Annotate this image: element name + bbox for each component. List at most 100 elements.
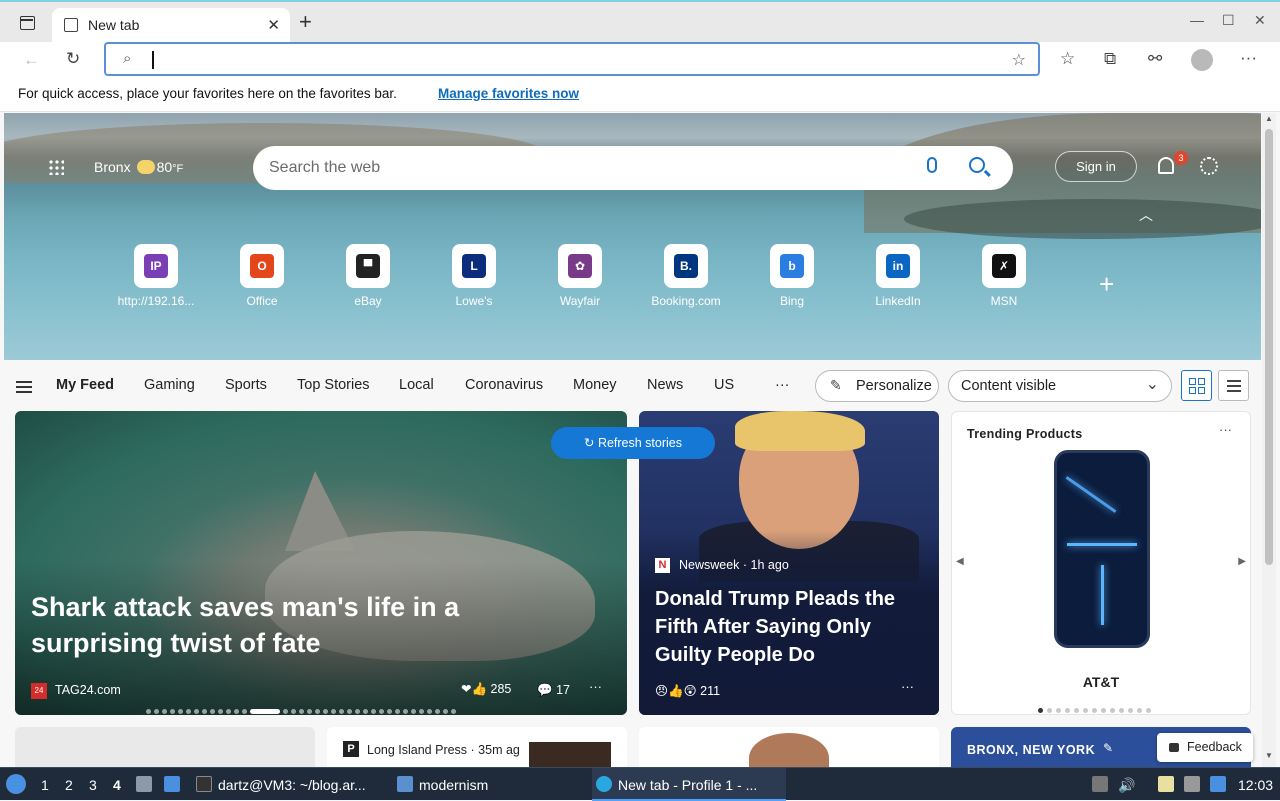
feed-tab-coronavirus[interactable]: Coronavirus — [465, 377, 543, 393]
carousel-dot[interactable] — [1092, 708, 1097, 713]
page-scrollbar[interactable]: ▲ ▼ — [1262, 113, 1276, 767]
carousel-next-arrow-icon[interactable]: ▶ — [1238, 556, 1246, 567]
feed-tab-my-feed[interactable]: My Feed — [56, 377, 114, 393]
quick-link-msn[interactable]: ✗ MSN — [956, 244, 1052, 308]
page-settings-gear-icon[interactable] — [1200, 157, 1218, 175]
collapse-chevron-up-icon[interactable]: ︿ — [1139, 205, 1153, 225]
feed-tab-sports[interactable]: Sports — [225, 377, 267, 393]
news-card-row2-3[interactable] — [639, 727, 939, 767]
scroll-down-arrow-icon[interactable]: ▼ — [1265, 751, 1273, 760]
tab-actions-menu-icon[interactable] — [20, 16, 35, 30]
web-search-box[interactable]: Search the web — [253, 146, 1013, 190]
card-more-options-button[interactable]: ··· — [1219, 422, 1232, 437]
start-menu-icon[interactable] — [6, 774, 26, 794]
quick-link-office[interactable]: O Office — [214, 244, 310, 308]
notification-tray-icon[interactable] — [1210, 776, 1226, 792]
feed-more-tabs-button[interactable]: ··· — [775, 377, 790, 393]
refresh-stories-button[interactable]: ↻ Refresh stories — [551, 427, 715, 459]
tray-app-icon[interactable] — [1092, 776, 1108, 792]
grid-layout-button[interactable] — [1181, 370, 1212, 401]
workspace-4[interactable]: 4 — [113, 777, 121, 793]
card-headline[interactable]: Shark attack saves man's life in a surpr… — [31, 589, 551, 661]
task-folder[interactable]: modernism — [419, 777, 488, 793]
feed-tab-news[interactable]: News — [647, 377, 683, 393]
quick-link-booking-com[interactable]: B. Booking.com — [638, 244, 734, 308]
favorites-icon[interactable]: ☆ — [1060, 49, 1075, 69]
carousel-dot[interactable] — [1083, 708, 1088, 713]
carousel-dot[interactable] — [1056, 708, 1061, 713]
notifications-bell-icon[interactable] — [1158, 157, 1174, 174]
card-headline[interactable]: Donald Trump Pleads the Fifth After Sayi… — [655, 585, 925, 669]
add-favorite-star-icon[interactable]: ☆ — [1012, 50, 1026, 70]
clipboard-icon[interactable] — [1158, 776, 1174, 792]
maximize-button[interactable]: ☐ — [1222, 12, 1235, 29]
task-browser-active[interactable]: New tab - Profile 1 - ... — [592, 768, 786, 801]
carousel-dot[interactable] — [1128, 708, 1133, 713]
add-quick-link-button[interactable]: + — [1099, 269, 1114, 300]
card-source[interactable]: Newsweek · 1h ago — [679, 558, 789, 572]
news-card-row2-2[interactable]: P Long Island Press · 35m ag — [327, 727, 627, 767]
address-bar[interactable]: ⌕ ☆ — [104, 42, 1040, 76]
carousel-dot[interactable] — [1047, 708, 1052, 713]
feed-tab-money[interactable]: Money — [573, 377, 617, 393]
extensions-icon[interactable]: ⚯ — [1148, 49, 1162, 69]
back-arrow-icon[interactable]: ← — [23, 50, 40, 70]
carousel-pagination[interactable] — [146, 703, 459, 715]
close-window-button[interactable]: ✕ — [1254, 12, 1266, 29]
volume-icon[interactable]: 🔊 — [1118, 777, 1135, 794]
carousel-dot[interactable] — [1065, 708, 1070, 713]
quick-link-ebay[interactable]: ▀ eBay — [320, 244, 416, 308]
scrollbar-thumb[interactable] — [1265, 129, 1273, 565]
carousel-dot[interactable] — [1038, 708, 1043, 713]
carousel-prev-arrow-icon[interactable]: ◀ — [956, 556, 964, 567]
product-carousel-pagination[interactable] — [1038, 700, 1155, 714]
trending-products-card[interactable]: Trending Products ··· ◀ ▶ AT&T — [951, 411, 1251, 715]
edit-location-pencil-icon[interactable]: ✎ — [1103, 741, 1113, 755]
card-source[interactable]: Long Island Press · 35m ag — [367, 743, 520, 757]
card-more-options-button[interactable]: ··· — [901, 679, 914, 694]
manage-favorites-link[interactable]: Manage favorites now — [438, 86, 579, 101]
carousel-dot[interactable] — [1101, 708, 1106, 713]
network-icon[interactable] — [1184, 776, 1200, 792]
carousel-dot[interactable] — [1074, 708, 1079, 713]
content-visibility-dropdown[interactable]: Content visible ⌄ — [948, 370, 1172, 402]
new-tab-button[interactable]: + — [299, 11, 312, 33]
quick-link-wayfair[interactable]: ✿ Wayfair — [532, 244, 628, 308]
carousel-dot[interactable] — [1137, 708, 1142, 713]
hero-news-card[interactable]: Shark attack saves man's life in a surpr… — [15, 411, 627, 715]
desktop-icon[interactable] — [164, 776, 180, 792]
search-icon[interactable] — [969, 157, 985, 173]
settings-more-icon[interactable]: ··· — [1240, 48, 1257, 68]
quick-link-linkedin[interactable]: in LinkedIn — [850, 244, 946, 308]
reactions-button[interactable]: 😠👍😲 211 — [655, 683, 720, 699]
carousel-dot[interactable] — [1110, 708, 1115, 713]
reactions-button[interactable]: ❤👍 285 — [461, 681, 511, 697]
news-card-row2-1[interactable] — [15, 727, 315, 767]
feed-tab-local[interactable]: Local — [399, 377, 434, 393]
file-manager-icon[interactable] — [136, 776, 152, 792]
tab-new-tab[interactable]: New tab ✕ — [52, 8, 290, 44]
workspace-1[interactable]: 1 — [41, 777, 49, 793]
feed-tab-top-stories[interactable]: Top Stories — [297, 377, 370, 393]
app-launcher-icon[interactable] — [48, 159, 64, 175]
card-more-options-button[interactable]: ··· — [589, 679, 602, 694]
quick-link-lowe-s[interactable]: L Lowe's — [426, 244, 522, 308]
refresh-icon[interactable]: ↻ — [66, 49, 80, 69]
profile-avatar[interactable] — [1191, 49, 1213, 71]
smartphone-product-image[interactable] — [1054, 450, 1150, 648]
close-tab-button[interactable]: ✕ — [267, 16, 280, 34]
carousel-dot[interactable] — [250, 709, 280, 715]
feedback-button[interactable]: Feedback — [1157, 733, 1253, 762]
carousel-dot[interactable] — [1119, 708, 1124, 713]
workspace-2[interactable]: 2 — [65, 777, 73, 793]
quick-link-bing[interactable]: b Bing — [744, 244, 840, 308]
comments-button[interactable]: 💬 17 — [537, 683, 570, 698]
feed-tab-gaming[interactable]: Gaming — [144, 377, 195, 393]
sign-in-button[interactable]: Sign in — [1055, 151, 1137, 182]
list-layout-button[interactable] — [1218, 370, 1249, 401]
weather-widget[interactable]: Bronx 80°F — [94, 159, 183, 175]
quick-link-http-192-16[interactable]: IP http://192.16... — [108, 244, 204, 308]
scroll-up-arrow-icon[interactable]: ▲ — [1265, 114, 1273, 123]
collections-icon[interactable]: ⧉ — [1104, 49, 1116, 69]
feed-tab-us[interactable]: US — [714, 377, 734, 393]
